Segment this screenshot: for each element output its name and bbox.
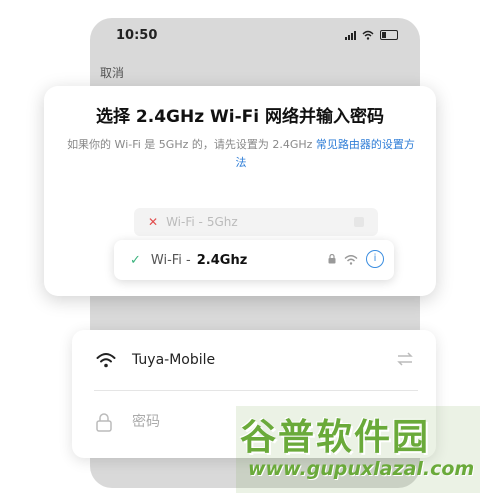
network-band: 2.4Ghz xyxy=(196,252,248,268)
watermark-title: 谷普软件园 xyxy=(240,417,431,458)
cross-icon: ✕ xyxy=(148,215,159,229)
wifi-icon xyxy=(344,254,358,265)
status-time: 10:50 xyxy=(116,28,158,43)
lock-icon xyxy=(328,254,336,264)
lock-icon xyxy=(96,412,112,432)
battery-icon xyxy=(380,30,398,40)
info-icon[interactable]: i xyxy=(366,250,384,268)
wifi-status-icon xyxy=(362,30,374,40)
cancel-button[interactable]: 取消 xyxy=(100,64,124,81)
network-option-5ghz: ✕ Wi-Fi - 5Ghz xyxy=(134,208,378,236)
watermark: 谷普软件园 www.gupuxlazal.com xyxy=(236,406,480,493)
network-band: 5Ghz xyxy=(206,215,238,229)
network-select-dialog: 选择 2.4GHz Wi-Fi 网络并输入密码 如果你的 Wi-Fi 是 5GH… xyxy=(44,86,436,296)
ssid-row[interactable]: Tuya-Mobile xyxy=(72,330,436,390)
switch-network-icon[interactable] xyxy=(396,352,414,366)
divider xyxy=(94,390,418,391)
status-icons xyxy=(345,30,398,40)
dialog-title: 选择 2.4GHz Wi-Fi 网络并输入密码 xyxy=(95,107,385,127)
network-option-2-4ghz[interactable]: ✓ Wi-Fi - 2.4Ghz i xyxy=(114,240,394,280)
subtitle-text: 如果你的 Wi-Fi 是 5GHz 的，请先设置为 2.4GHz xyxy=(67,138,316,151)
network-prefix: Wi-Fi - xyxy=(166,215,203,229)
network-prefix: Wi-Fi - xyxy=(150,252,191,268)
check-icon: ✓ xyxy=(130,252,141,268)
wifi-icon xyxy=(96,353,116,368)
signal-icon xyxy=(345,30,356,40)
ssid-label: Tuya-Mobile xyxy=(132,352,216,368)
dialog-subtitle: 如果你的 Wi-Fi 是 5GHz 的，请先设置为 2.4GHz 常见路由器的设… xyxy=(64,136,418,172)
lock-icon xyxy=(354,217,364,227)
network-row-icons: i xyxy=(328,250,384,268)
watermark-url: www.gupuxlazal.com xyxy=(248,458,475,480)
